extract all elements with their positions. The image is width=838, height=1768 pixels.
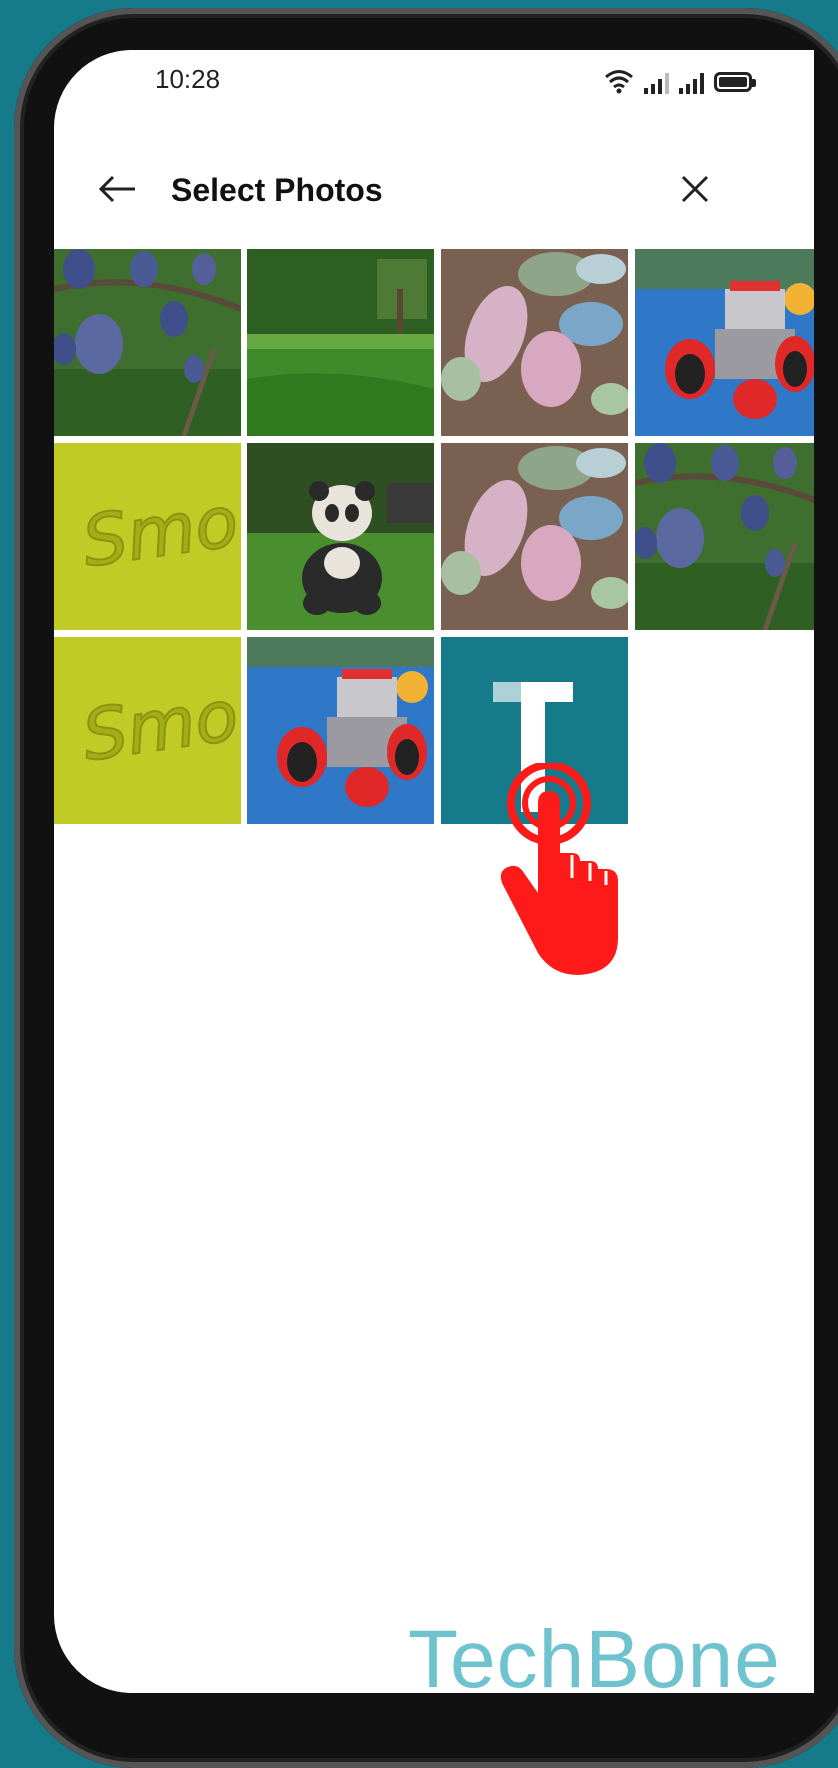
photo-tile-plums[interactable] bbox=[54, 249, 241, 436]
wifi-icon bbox=[605, 70, 633, 94]
photo-tile-toy-car[interactable] bbox=[247, 637, 434, 824]
battery-icon bbox=[714, 72, 756, 92]
photo-tile-smoby[interactable]: Smoby bbox=[54, 637, 241, 824]
back-button[interactable] bbox=[92, 164, 142, 214]
close-button[interactable] bbox=[670, 164, 720, 214]
page-title: Select Photos bbox=[171, 172, 383, 208]
status-time: 10:28 bbox=[155, 64, 221, 94]
phone-screen: 10:28 Select Photos Smoby Smoby TechBone bbox=[54, 50, 814, 1693]
arrow-left-icon bbox=[98, 175, 135, 203]
photo-tile-toy-car[interactable] bbox=[635, 249, 814, 436]
app-bar: Select Photos bbox=[54, 150, 814, 230]
signal-icon bbox=[679, 72, 704, 94]
photo-tile-panda[interactable] bbox=[247, 443, 434, 630]
signal-icon bbox=[644, 72, 669, 94]
status-icons bbox=[604, 64, 756, 94]
status-bar: 10:28 bbox=[54, 50, 814, 110]
photo-tile-plums[interactable] bbox=[635, 443, 814, 630]
photo-tile-techbone-logo[interactable] bbox=[441, 637, 628, 824]
close-icon bbox=[681, 175, 709, 203]
photo-tile-chalk[interactable] bbox=[441, 443, 628, 630]
photo-tile-chalk[interactable] bbox=[441, 249, 628, 436]
techbone-watermark: TechBone bbox=[408, 1614, 781, 1693]
photo-tile-lawn[interactable] bbox=[247, 249, 434, 436]
photo-tile-smoby[interactable]: Smoby bbox=[54, 443, 241, 630]
